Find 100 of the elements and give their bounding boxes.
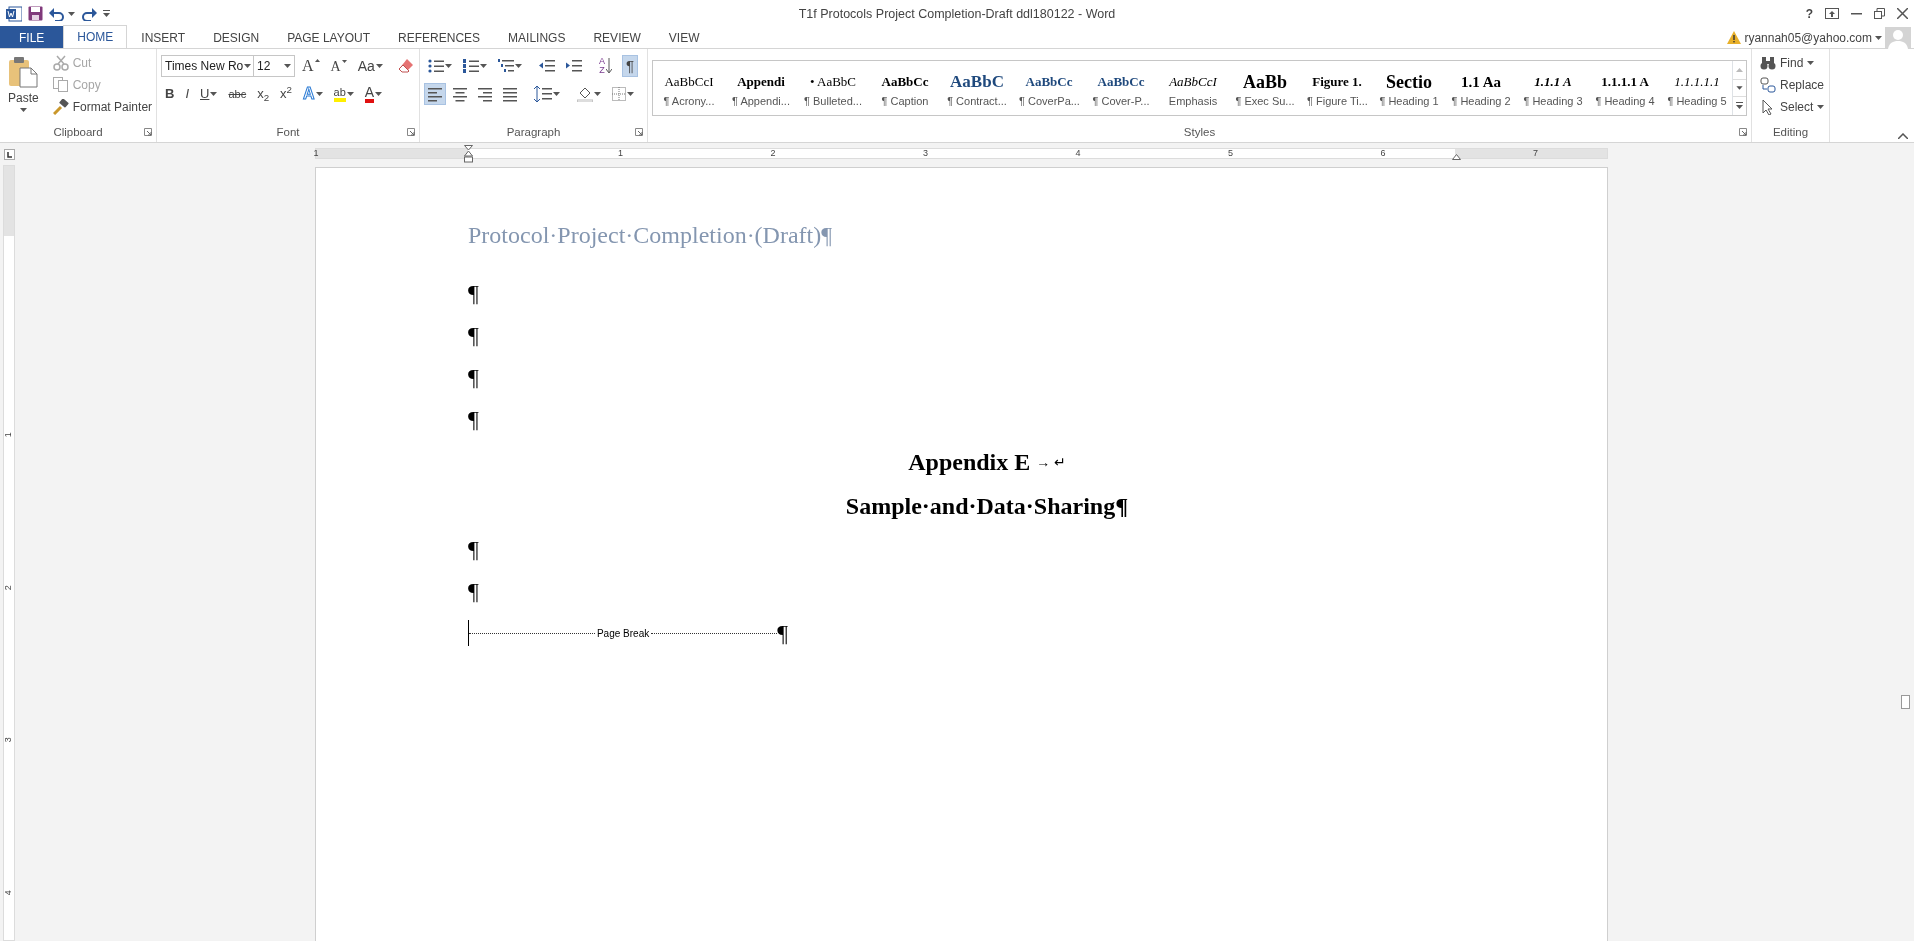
customize-icon[interactable] — [103, 10, 110, 17]
multilevel-list-icon — [498, 59, 514, 73]
paste-button[interactable]: Paste — [4, 52, 43, 118]
decrease-indent-icon[interactable] — [539, 59, 555, 73]
ribbon-display-icon[interactable] — [1825, 8, 1839, 19]
style-item[interactable]: 1.1.1 A ¶ Heading 3 — [1517, 61, 1589, 115]
save-icon[interactable] — [28, 6, 43, 21]
style-item[interactable]: AaBbCcI Emphasis — [1157, 61, 1229, 115]
ruler-number: 1 — [618, 147, 623, 160]
document-title: Protocol·Project·Completion·(Draft)¶ — [468, 221, 833, 250]
format-button[interactable]: abc — [224, 83, 251, 105]
paintbrush-icon — [52, 99, 69, 115]
style-preview: AaBbCc — [880, 72, 930, 91]
ribbon-tab[interactable]: FILE — [0, 26, 64, 48]
ribbon-tab[interactable]: REVIEW — [579, 26, 655, 48]
ruler-number: 1 — [313, 147, 319, 160]
ribbon-tab[interactable]: HOME — [63, 25, 128, 48]
right-indent-icon[interactable] — [1452, 154, 1461, 160]
restore-icon[interactable] — [1874, 8, 1885, 19]
dialog-launcher-icon[interactable] — [407, 128, 415, 136]
scroll-down-icon[interactable] — [1733, 79, 1746, 97]
dialog-launcher-icon[interactable] — [1739, 128, 1747, 136]
style-item[interactable]: AaBbCc ¶ Caption — [869, 61, 941, 115]
tab-selector-icon[interactable] — [4, 149, 15, 160]
style-item[interactable]: Figure 1. ¶ Figure Ti... — [1301, 61, 1373, 115]
account-email[interactable]: ryannah05@yahoo.com — [1744, 28, 1872, 47]
align-left-button[interactable] — [424, 83, 446, 105]
help-button[interactable]: ? — [1805, 4, 1813, 23]
caret-icon — [346, 92, 354, 96]
dialog-launcher-icon[interactable] — [635, 128, 643, 136]
dialog-launcher-icon[interactable] — [144, 128, 152, 136]
word-logo-icon[interactable] — [6, 5, 22, 22]
style-item[interactable]: AaBbCcI ¶ Acrony... — [653, 61, 725, 115]
ruler-number: 4 — [1, 889, 14, 895]
align-left-icon — [428, 86, 442, 102]
style-name: ¶ Heading 4 — [1595, 93, 1655, 109]
style-item[interactable]: 1.1.1.1.1 ¶ Heading 5 — [1661, 61, 1732, 115]
format-button[interactable]: x$_{2}$ — [253, 83, 274, 105]
grow-font-button[interactable]: A — [298, 55, 324, 77]
paragraph-mark: ¶ — [468, 321, 479, 350]
style-name: ¶ Caption — [880, 93, 930, 109]
style-name: ¶ Contract... — [947, 93, 1007, 109]
ruler-number: 1 — [1, 432, 14, 438]
show-marks-button[interactable]: ¶ — [622, 55, 639, 77]
heading-text: Sample·and·Data·Sharing¶ — [845, 492, 1129, 521]
style-item[interactable]: Sectio ¶ Heading 1 — [1373, 61, 1445, 115]
ribbon-tab[interactable]: VIEW — [654, 26, 714, 48]
font-size-field[interactable]: 12 — [253, 55, 295, 77]
style-item[interactable]: 1.1 Aa ¶ Heading 2 — [1445, 61, 1517, 115]
format-button[interactable]: I — [181, 83, 193, 105]
format-button[interactable]: B — [161, 83, 179, 105]
style-name: ¶ Heading 5 — [1667, 93, 1727, 109]
collapse-ribbon-icon[interactable] — [1898, 133, 1908, 139]
ribbon-tab[interactable]: INSERT — [127, 26, 200, 48]
editing-button[interactable]: Replace — [1756, 74, 1825, 96]
redo-icon[interactable] — [81, 6, 97, 21]
caret-icon — [1875, 35, 1882, 40]
numbering-icon — [463, 59, 479, 73]
sort-button[interactable]: A Z — [595, 55, 616, 77]
ruler-number: 5 — [1228, 147, 1233, 160]
line-break-mark: → ↵ — [1036, 453, 1066, 472]
style-item[interactable]: AaBbC ¶ Contract... — [941, 61, 1013, 115]
caret-icon — [627, 92, 634, 96]
scrollbar-thumb[interactable] — [1901, 695, 1910, 709]
editing-button[interactable]: Select — [1756, 96, 1825, 118]
style-item[interactable]: AaBbCc ¶ CoverPa... — [1013, 61, 1085, 115]
undo-icon[interactable] — [49, 6, 65, 21]
editing-button[interactable]: Find — [1756, 52, 1825, 74]
indent-marker-icon[interactable] — [464, 145, 473, 163]
increase-indent-icon[interactable] — [566, 59, 582, 73]
close-icon[interactable] — [1897, 8, 1908, 19]
group-label: Editing — [1772, 125, 1809, 140]
paragraph-mark: ¶ — [468, 279, 479, 308]
style-name: ¶ Heading 3 — [1523, 93, 1583, 109]
group-label: Font — [276, 125, 300, 140]
style-item[interactable]: AaBb ¶ Exec Su... — [1229, 61, 1301, 115]
align-center-icon — [453, 86, 467, 102]
ribbon-tab[interactable]: REFERENCES — [384, 26, 495, 48]
ribbon-tab[interactable]: MAILINGS — [494, 26, 580, 48]
highlight-button[interactable]: ab — [329, 83, 358, 105]
caret-icon — [210, 92, 218, 96]
style-item[interactable]: • AaBbC ¶ Bulleted... — [797, 61, 869, 115]
change-case-button[interactable]: Aa — [353, 55, 387, 77]
style-item[interactable]: 1.1.1.1 A ¶ Heading 4 — [1589, 61, 1661, 115]
style-item[interactable]: AaBbCc ¶ Cover-P... — [1085, 61, 1157, 115]
ribbon-tab[interactable]: DESIGN — [199, 26, 274, 48]
format-button[interactable]: x$^{2}$ — [276, 83, 297, 105]
shrink-font-button[interactable]: A — [326, 55, 351, 77]
clipboard-button[interactable]: Format Painter — [48, 96, 157, 118]
ribbon-tab[interactable]: PAGE LAYOUT — [273, 26, 385, 48]
eraser-icon[interactable] — [397, 58, 414, 74]
caret-icon — [315, 92, 323, 96]
style-item[interactable]: Appendi ¶ Appendi... — [725, 61, 797, 115]
font-name-field[interactable]: Times New Ro — [161, 55, 255, 77]
font-color-button[interactable]: A — [360, 83, 387, 105]
binoculars-icon — [1760, 55, 1776, 71]
format-button[interactable]: U — [196, 83, 222, 105]
copy-icon — [52, 77, 69, 93]
group-label: Styles — [1183, 125, 1216, 140]
scissors-icon — [52, 55, 69, 71]
